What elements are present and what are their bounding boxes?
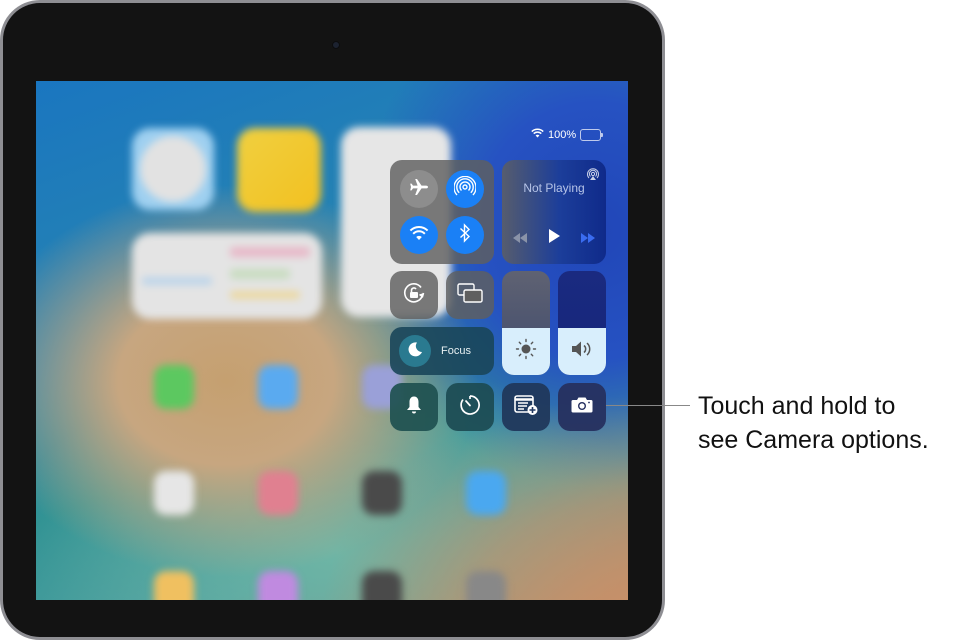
app-icon-wallet xyxy=(362,571,402,600)
calendar-widget xyxy=(132,233,322,319)
fast-forward-icon[interactable] xyxy=(580,230,596,248)
sun-icon xyxy=(515,338,537,365)
camera-button[interactable] xyxy=(558,383,606,431)
app-icon-news xyxy=(258,471,298,515)
screen-mirroring-button[interactable] xyxy=(446,271,494,319)
now-playing-module[interactable]: Not Playing xyxy=(502,160,606,264)
camera-icon xyxy=(570,395,594,420)
bluetooth-icon xyxy=(459,222,471,248)
app-icon-settings xyxy=(466,571,506,600)
focus-button[interactable]: Focus xyxy=(390,327,494,375)
not-playing-label: Not Playing xyxy=(523,181,585,195)
volume-level xyxy=(558,328,606,375)
bluetooth-toggle[interactable] xyxy=(446,216,484,254)
timer-icon xyxy=(458,393,482,422)
callout-leader-line xyxy=(606,405,690,406)
callout-line-1: Touch and hold to xyxy=(698,392,896,420)
callout-text: Touch and hold to see Camera options. xyxy=(698,389,929,457)
app-icon-camera xyxy=(362,471,402,515)
timer-button[interactable] xyxy=(446,383,494,431)
moon-icon xyxy=(407,341,423,362)
play-icon[interactable] xyxy=(547,228,561,249)
silent-mode-button[interactable] xyxy=(390,383,438,431)
battery-icon xyxy=(580,128,604,141)
quick-note-button[interactable] xyxy=(502,383,550,431)
status-bar: 100% xyxy=(531,128,604,141)
connectivity-module[interactable] xyxy=(390,160,494,264)
rotation-lock-icon xyxy=(401,280,427,311)
volume-slider[interactable] xyxy=(558,271,606,375)
app-icon-mail xyxy=(258,365,298,409)
callout-line-2: see Camera options. xyxy=(698,426,929,454)
wifi-toggle[interactable] xyxy=(400,216,438,254)
focus-label: Focus xyxy=(441,345,471,357)
front-camera xyxy=(332,41,340,49)
app-icon-reminders xyxy=(154,471,194,515)
brightness-slider[interactable] xyxy=(502,271,550,375)
focus-moon-badge xyxy=(399,335,431,367)
airplane-mode-toggle[interactable] xyxy=(400,170,438,208)
airdrop-toggle[interactable] xyxy=(446,170,484,208)
app-icon-home xyxy=(154,571,194,600)
speaker-icon xyxy=(570,340,594,363)
battery-percent: 100% xyxy=(548,128,577,141)
wifi-icon xyxy=(531,128,544,141)
wifi-icon xyxy=(409,225,429,246)
airplane-icon xyxy=(409,177,429,202)
notes-widget xyxy=(237,128,321,212)
quick-note-icon xyxy=(513,394,539,421)
orientation-lock-button[interactable] xyxy=(390,271,438,319)
clock-widget xyxy=(132,128,214,210)
screen-mirroring-icon xyxy=(456,282,484,309)
bell-icon xyxy=(405,395,423,420)
app-icon-facetime xyxy=(154,365,194,409)
rewind-icon[interactable] xyxy=(512,230,528,248)
app-icon-app-store xyxy=(466,471,506,515)
airdrop-icon xyxy=(453,175,477,203)
brightness-level xyxy=(502,328,550,375)
app-icon-podcasts xyxy=(258,571,298,600)
